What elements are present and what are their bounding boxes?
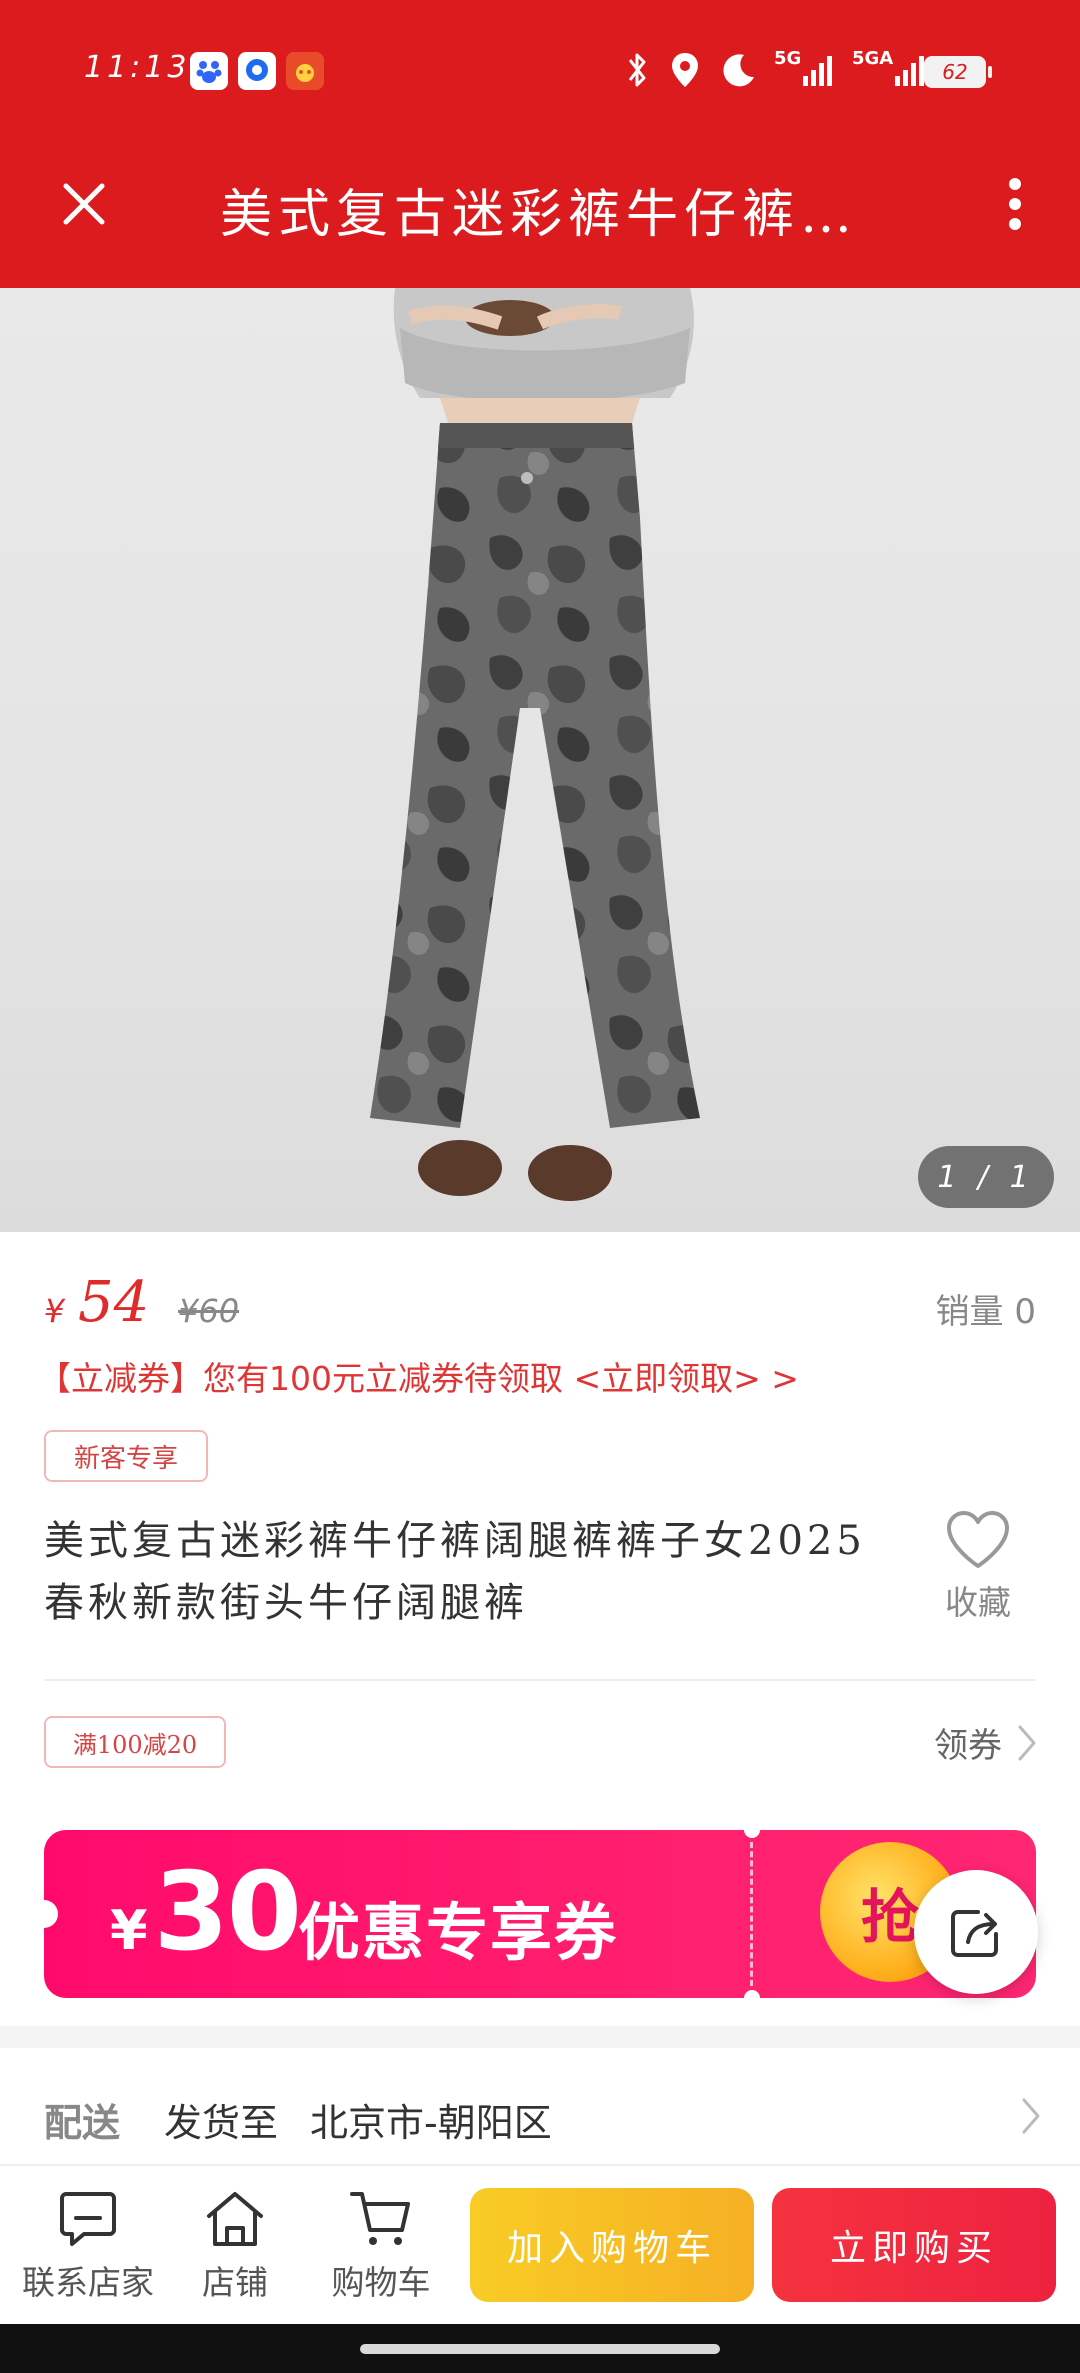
sales-count: 销量 0 (935, 1292, 1036, 1332)
current-price: 54 (78, 1270, 150, 1335)
delivery-row[interactable]: 配送 发货至 北京市-朝阳区 (0, 2080, 1080, 2160)
cart-button[interactable]: 购物车 (306, 2188, 456, 2308)
product-photo-camo-jeans (370, 288, 700, 1201)
page-title: 美式复古迷彩裤牛仔裤… (220, 185, 859, 245)
product-title: 美式复古迷彩裤牛仔裤阔腿裤裤子女2025春秋新款街头牛仔阔腿裤 (44, 1518, 866, 1626)
contact-seller-button[interactable]: 联系店家 (13, 2188, 163, 2308)
contact-seller-label: 联系店家 (22, 2263, 154, 2302)
original-price: ¥60 (178, 1292, 240, 1330)
shop-button[interactable]: 店铺 (160, 2188, 310, 2308)
more-dot-icon (1009, 198, 1021, 210)
shop-label: 店铺 (202, 2263, 268, 2302)
status-time: 11:13 (84, 50, 191, 85)
chevron-right-icon (1022, 2098, 1040, 2134)
coupon-perforation (750, 1842, 753, 1986)
favorite-label: 收藏 (945, 1583, 1011, 1622)
more-dot-icon (1009, 218, 1021, 230)
product-image[interactable]: 1 / 1 (0, 288, 1080, 1232)
home-shop-icon (207, 2192, 263, 2246)
price-row: ¥ 54 ¥60 销量 0 (0, 1232, 1080, 1342)
close-button[interactable] (52, 172, 116, 236)
get-coupon-label: 领券 (934, 1726, 1002, 1766)
heart-icon (947, 1511, 1009, 1568)
bluetooth-icon (624, 48, 650, 92)
get-coupon-button[interactable]: 领券 (934, 1718, 1042, 1767)
shopping-cart-icon (350, 2192, 410, 2245)
battery-icon: 62 (924, 56, 992, 88)
share-button[interactable] (914, 1870, 1038, 1994)
favorite-button[interactable]: 收藏 (930, 1510, 1026, 1630)
coupon-perforation-dot (744, 1830, 760, 1838)
do-not-disturb-moon-icon (720, 48, 758, 92)
app-header: 11:13 5G 5GA 62 美式复古迷彩裤牛仔裤… (0, 0, 1080, 288)
location-icon (668, 48, 702, 92)
new-customer-tag: 新客专享 (44, 1430, 208, 1482)
home-indicator[interactable] (360, 2344, 720, 2354)
coupon-title: 优惠专享券 (298, 1896, 619, 1969)
buy-now-button[interactable]: 立即购买 (772, 2188, 1056, 2302)
coupon-banner[interactable]: ¥ 30 优惠专享券 抢 (44, 1830, 1036, 1998)
signal-5ga-icon: 5GA (852, 48, 929, 92)
coupon-value: 30 (153, 1850, 302, 1975)
red-app-icon (286, 52, 324, 90)
price-currency-symbol: ¥ (44, 1292, 65, 1330)
coupon-yen: ¥ (110, 1899, 148, 1962)
cart-label: 购物车 (331, 2263, 431, 2302)
status-bar: 11:13 5G 5GA 62 (0, 0, 1080, 140)
system-nav-bar (0, 2324, 1080, 2373)
banner-notch (44, 1900, 58, 1928)
delivery-address: 北京市-朝阳区 (310, 2101, 552, 2145)
add-to-cart-button[interactable]: 加入购物车 (470, 2188, 754, 2302)
grab-label: 抢 (860, 1883, 919, 1951)
more-menu-button[interactable] (990, 170, 1040, 238)
signal-5g-icon: 5G (774, 48, 837, 92)
ship-to-label: 发货至 (164, 2101, 279, 2145)
image-page-indicator: 1 / 1 (918, 1146, 1054, 1208)
signal-5ga-label: 5GA (852, 47, 894, 69)
delivery-label: 配送 (44, 2101, 121, 2145)
claim-coupon-link[interactable]: 【立减券】您有100元立减券待领取 <立即领取> > (38, 1352, 799, 1400)
share-icon (951, 1910, 998, 1957)
coupon-amount: ¥ 30 (110, 1850, 302, 1975)
divider (44, 1679, 1036, 1681)
chevron-right-icon (1018, 1725, 1036, 1760)
bottom-action-bar: 联系店家 店铺 购物车 加入购物车 立即购买 (0, 2164, 1080, 2324)
chat-icon (60, 2192, 116, 2246)
promo-tag: 满100减20 (44, 1716, 226, 1768)
section-separator (0, 2026, 1080, 2048)
coupon-perforation-dot (744, 1990, 760, 1998)
baidu-app-icon (190, 52, 228, 90)
close-icon (63, 183, 105, 225)
signal-5g-label: 5G (774, 47, 802, 69)
video-app-icon (238, 52, 276, 90)
more-dot-icon (1009, 178, 1021, 190)
nav-bar: 美式复古迷彩裤牛仔裤… (0, 140, 1080, 260)
